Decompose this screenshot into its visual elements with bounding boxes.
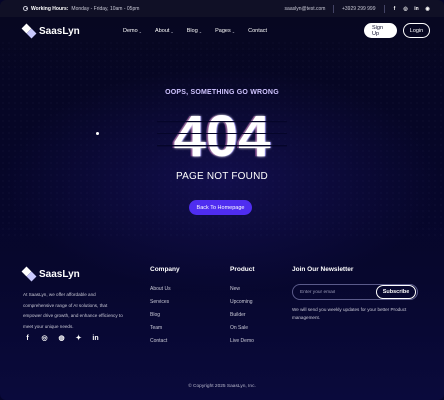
footer-logo[interactable]: SaasLyn (23, 268, 80, 280)
top-info-bar: Working Hours: Monday - Friday, 10am - 0… (0, 0, 444, 17)
chevron-down-icon: ⌄ (198, 28, 203, 34)
page: Working Hours: Monday - Friday, 10am - 0… (0, 0, 444, 400)
working-hours-label: Working Hours: (31, 5, 69, 12)
nav-item-demo[interactable]: Demo ⌄ (123, 28, 142, 34)
footer-company-column: Company About Us Services Blog Team Cont… (150, 266, 180, 348)
subscribe-button[interactable]: Subscribe (376, 285, 416, 299)
glitch-line (157, 121, 287, 123)
copyright-text: © Copyright 2025 SaasLyn, Inc. (188, 384, 256, 389)
newsletter-note: We will send you weekly updates for your… (292, 307, 407, 320)
glitch-line (157, 133, 287, 134)
footer-column-title: Product (230, 266, 255, 273)
footer-social-links: f ◎ ◍ ✦ in (23, 334, 100, 343)
footer-link-about-us[interactable]: About Us (150, 283, 180, 296)
divider (333, 4, 334, 13)
working-hours-value: Monday - Friday, 10am - 05pm (71, 5, 140, 12)
contact-info: saaslyn@test.com +3929 299 999 f ◎ in ◉ (285, 4, 430, 13)
logo-text: SaasLyn (39, 25, 80, 37)
newsletter-form: Subscribe (292, 284, 418, 300)
footer-link-new[interactable]: New (230, 283, 255, 296)
linkedin-icon[interactable]: in (414, 6, 419, 12)
footer-link-upcoming[interactable]: Upcoming (230, 296, 255, 309)
newsletter-section: Join Our Newsletter Subscribe We will se… (292, 266, 424, 320)
newsletter-title: Join Our Newsletter (292, 266, 354, 273)
chevron-down-icon: ⌄ (170, 28, 174, 34)
clock-icon (23, 6, 28, 11)
chevron-down-icon: ⌄ (138, 28, 143, 34)
top-social-links: f ◎ in ◉ (392, 6, 430, 12)
nav-item-label: Pages (215, 28, 231, 34)
nav-item-blog[interactable]: Blog ⌄ (187, 28, 202, 34)
linkedin-icon[interactable]: in (91, 335, 100, 342)
instagram-icon[interactable]: ◎ (403, 6, 408, 12)
footer-link-on-sale[interactable]: On Sale (230, 322, 255, 335)
facebook-icon[interactable]: f (23, 335, 32, 342)
logo[interactable]: SaasLyn (23, 25, 80, 37)
nav-menu: Demo ⌄ About ⌄ Blog ⌄ Pages ⌄ Contact (123, 20, 267, 42)
error-subtitle: OOPS, SOMETHING GO WRONG (165, 89, 279, 96)
whatsapp-icon[interactable]: ◉ (425, 6, 430, 12)
back-to-homepage-button[interactable]: Back To Homepage (189, 200, 252, 215)
logo-mark-icon (23, 25, 35, 37)
nav-item-label: Demo (123, 28, 138, 34)
footer-link-services[interactable]: Services (150, 296, 180, 309)
error-code-graphic: 404 404 404 (157, 104, 287, 164)
divider (383, 4, 384, 13)
nav-item-label: Blog (186, 28, 198, 34)
working-hours: Working Hours: Monday - Friday, 10am - 0… (23, 6, 139, 12)
auth-buttons: Sign Up Login (364, 23, 430, 38)
login-button[interactable]: Login (403, 23, 430, 38)
footer-product-column: Product New Upcoming Builder On Sale Liv… (230, 266, 255, 348)
facebook-icon[interactable]: f (392, 6, 397, 12)
footer-link-builder[interactable]: Builder (230, 309, 255, 322)
email-link[interactable]: saaslyn@test.com (285, 6, 326, 12)
footer-link-team[interactable]: Team (150, 322, 180, 335)
footer-link-live-demo[interactable]: Live Demo (230, 335, 255, 348)
discord-icon[interactable]: ◍ (57, 334, 66, 342)
glitch-line (157, 145, 287, 147)
logo-text: SaasLyn (39, 268, 80, 280)
nav-item-about[interactable]: About ⌄ (155, 28, 174, 34)
nav-item-pages[interactable]: Pages ⌄ (215, 28, 235, 34)
nav-item-contact[interactable]: Contact (248, 28, 267, 34)
newsletter-email-input[interactable] (293, 289, 373, 295)
logo-mark-icon (23, 268, 35, 280)
nav-item-label: About (155, 28, 170, 34)
page-not-found-title: PAGE NOT FOUND (176, 171, 268, 182)
footer-column-title: Company (150, 266, 180, 273)
footer-description: At SaasLyn, we offer affordable and comp… (23, 292, 123, 329)
chevron-down-icon: ⌄ (231, 28, 236, 34)
main-navigation: SaasLyn Demo ⌄ About ⌄ Blog ⌄ Pages ⌄ Contac… (0, 20, 444, 42)
footer-link-blog[interactable]: Blog (150, 309, 180, 322)
nav-item-label: Contact (248, 28, 268, 34)
instagram-icon[interactable]: ◎ (40, 334, 49, 342)
footer-link-contact[interactable]: Contact (150, 335, 180, 348)
twitter-icon[interactable]: ✦ (74, 334, 83, 342)
phone-link[interactable]: +3929 299 999 (342, 6, 376, 12)
sign-up-button[interactable]: Sign Up (364, 23, 397, 38)
error-code: 404 404 404 (0, 104, 444, 164)
